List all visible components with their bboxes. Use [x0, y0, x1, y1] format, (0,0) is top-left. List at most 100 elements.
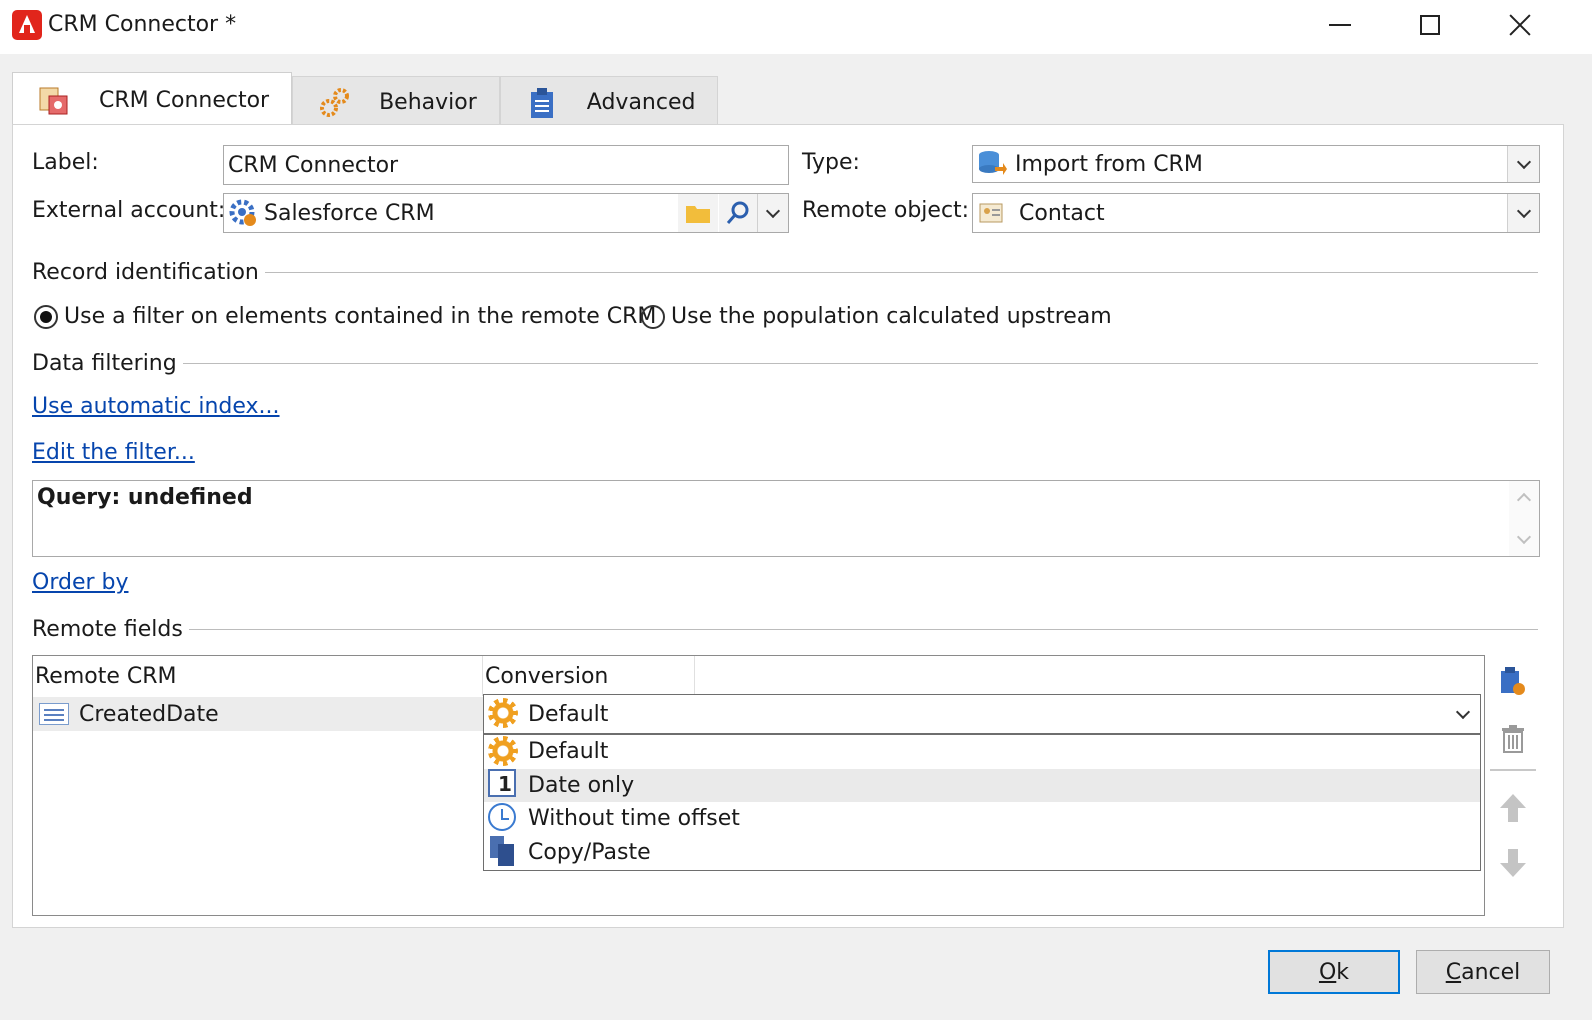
conversion-select[interactable]: Default: [483, 694, 1481, 734]
label-input[interactable]: CRM Connector: [223, 145, 789, 185]
search-icon: [726, 201, 749, 224]
remote-object-caption: Remote object:: [802, 198, 970, 223]
section-title: Record identification: [32, 259, 259, 285]
remote-object-select[interactable]: Contact: [972, 193, 1540, 233]
chevron-down-icon: [765, 203, 781, 218]
chevron-down-icon: [1516, 203, 1531, 218]
add-field-button[interactable]: [1496, 665, 1530, 699]
data-filtering-section: Data filtering: [32, 351, 1538, 376]
use-automatic-index-link[interactable]: Use automatic index...: [32, 394, 280, 419]
chevron-down-icon: [1516, 154, 1531, 169]
search-button[interactable]: [719, 194, 757, 232]
table-row[interactable]: CreatedDate: [33, 697, 483, 731]
gears-icon: [317, 86, 351, 120]
row-remote-crm-cell: CreatedDate: [79, 701, 219, 727]
option-label: Copy/Paste: [528, 839, 651, 865]
tab-label: Behavior: [379, 90, 477, 115]
move-up-button[interactable]: [1496, 791, 1530, 825]
external-account-value: Salesforce CRM: [264, 200, 435, 226]
query-scrollbar[interactable]: [1509, 481, 1539, 556]
add-field-icon: [1501, 667, 1525, 695]
gear-icon: [488, 735, 520, 768]
option-label: Default: [528, 739, 609, 765]
arrow-down-icon: [1500, 849, 1526, 877]
scroll-up-icon[interactable]: [1516, 492, 1532, 508]
chevron-down-icon: [1455, 704, 1471, 719]
calendar-icon: [488, 769, 520, 801]
tab-advanced[interactable]: Advanced: [499, 76, 719, 128]
radio-button[interactable]: [34, 304, 58, 329]
maximize-button[interactable]: [1400, 4, 1460, 46]
contact-card-icon: [977, 198, 1007, 228]
external-account-dropdown[interactable]: [757, 194, 788, 232]
edit-filter-link[interactable]: Edit the filter...: [32, 440, 195, 465]
maximize-icon: [1420, 15, 1440, 35]
type-caption: Type:: [802, 150, 860, 175]
gear-icon: [488, 698, 520, 730]
query-box[interactable]: Query: undefined: [32, 480, 1540, 557]
clock-icon: [488, 802, 520, 835]
label-input-value: CRM Connector: [228, 152, 399, 178]
tab-label: Advanced: [586, 90, 696, 115]
tab-behavior[interactable]: Behavior: [292, 76, 500, 128]
type-select-value: Import from CRM: [1015, 151, 1203, 177]
ok-mnemonic: O: [1318, 959, 1337, 985]
close-button[interactable]: [1490, 4, 1550, 46]
ok-button[interactable]: Ok: [1268, 950, 1400, 994]
minimize-button[interactable]: [1310, 4, 1370, 46]
remote-object-dropdown-arrow[interactable]: [1507, 194, 1539, 232]
close-icon: [1509, 14, 1531, 36]
option-copy-paste[interactable]: Copy/Paste: [484, 836, 1480, 870]
side-toolbar-divider: [1490, 769, 1536, 771]
conversion-dropdown-arrow[interactable]: [1446, 695, 1480, 733]
tab-bar: CRM Connector Behavior Advanced: [12, 72, 719, 128]
app-logo-icon: [12, 10, 42, 40]
gear-globe-icon: [228, 198, 258, 228]
type-select[interactable]: Import from CRM: [972, 145, 1540, 183]
title-bar: CRM Connector *: [0, 0, 1592, 54]
minimize-icon: [1329, 24, 1351, 26]
section-divider: [188, 628, 1538, 630]
order-by-link[interactable]: Order by: [32, 570, 129, 595]
remote-object-value: Contact: [1019, 200, 1105, 226]
copy-icon: [488, 836, 520, 868]
option-date-only[interactable]: Date only: [484, 768, 1480, 802]
window-title: CRM Connector *: [48, 12, 237, 37]
conversion-dropdown-list: Default Date only Without time offset Co…: [483, 734, 1481, 871]
option-without-time-offset[interactable]: Without time offset: [484, 802, 1480, 836]
folder-icon: [686, 206, 710, 223]
tab-crm-connector[interactable]: CRM Connector: [12, 72, 293, 128]
section-title: Remote fields: [32, 616, 183, 642]
move-down-button[interactable]: [1496, 846, 1530, 880]
arrow-up-icon: [1500, 794, 1526, 822]
radio-label: Use a filter on elements contained in th…: [64, 304, 657, 329]
cancel-button[interactable]: Cancel: [1416, 950, 1550, 994]
radio-use-filter[interactable]: Use a filter on elements contained in th…: [34, 304, 656, 329]
option-label: Date only: [528, 772, 635, 798]
query-text: Query: undefined: [37, 485, 253, 510]
section-divider: [182, 362, 1538, 364]
field-list-icon: [39, 703, 69, 725]
option-default[interactable]: Default: [484, 735, 1480, 769]
label-caption: Label:: [32, 150, 99, 175]
external-account-caption: External account:: [32, 198, 226, 223]
radio-use-population[interactable]: Use the population calculated upstream: [641, 304, 1112, 329]
option-label: Without time offset: [528, 806, 740, 832]
clipboard-icon: [525, 86, 559, 120]
cancel-label-rest: ancel: [1461, 959, 1521, 985]
column-header-remote-crm[interactable]: Remote CRM: [33, 656, 483, 696]
section-divider: [264, 271, 1538, 273]
conversion-select-value: Default: [528, 701, 609, 727]
type-dropdown-arrow[interactable]: [1507, 146, 1539, 182]
delete-field-button[interactable]: [1496, 722, 1530, 756]
tab-label: CRM Connector: [99, 88, 270, 113]
scroll-down-icon[interactable]: [1516, 529, 1532, 545]
cancel-mnemonic: C: [1445, 959, 1462, 985]
crm-connector-icon: [37, 84, 71, 118]
column-header-conversion[interactable]: Conversion: [483, 656, 695, 696]
folder-button[interactable]: [678, 194, 718, 232]
trash-icon: [1502, 725, 1524, 753]
radio-label: Use the population calculated upstream: [671, 304, 1112, 329]
remote-fields-section: Remote fields: [32, 616, 1538, 642]
radio-button[interactable]: [641, 304, 665, 329]
